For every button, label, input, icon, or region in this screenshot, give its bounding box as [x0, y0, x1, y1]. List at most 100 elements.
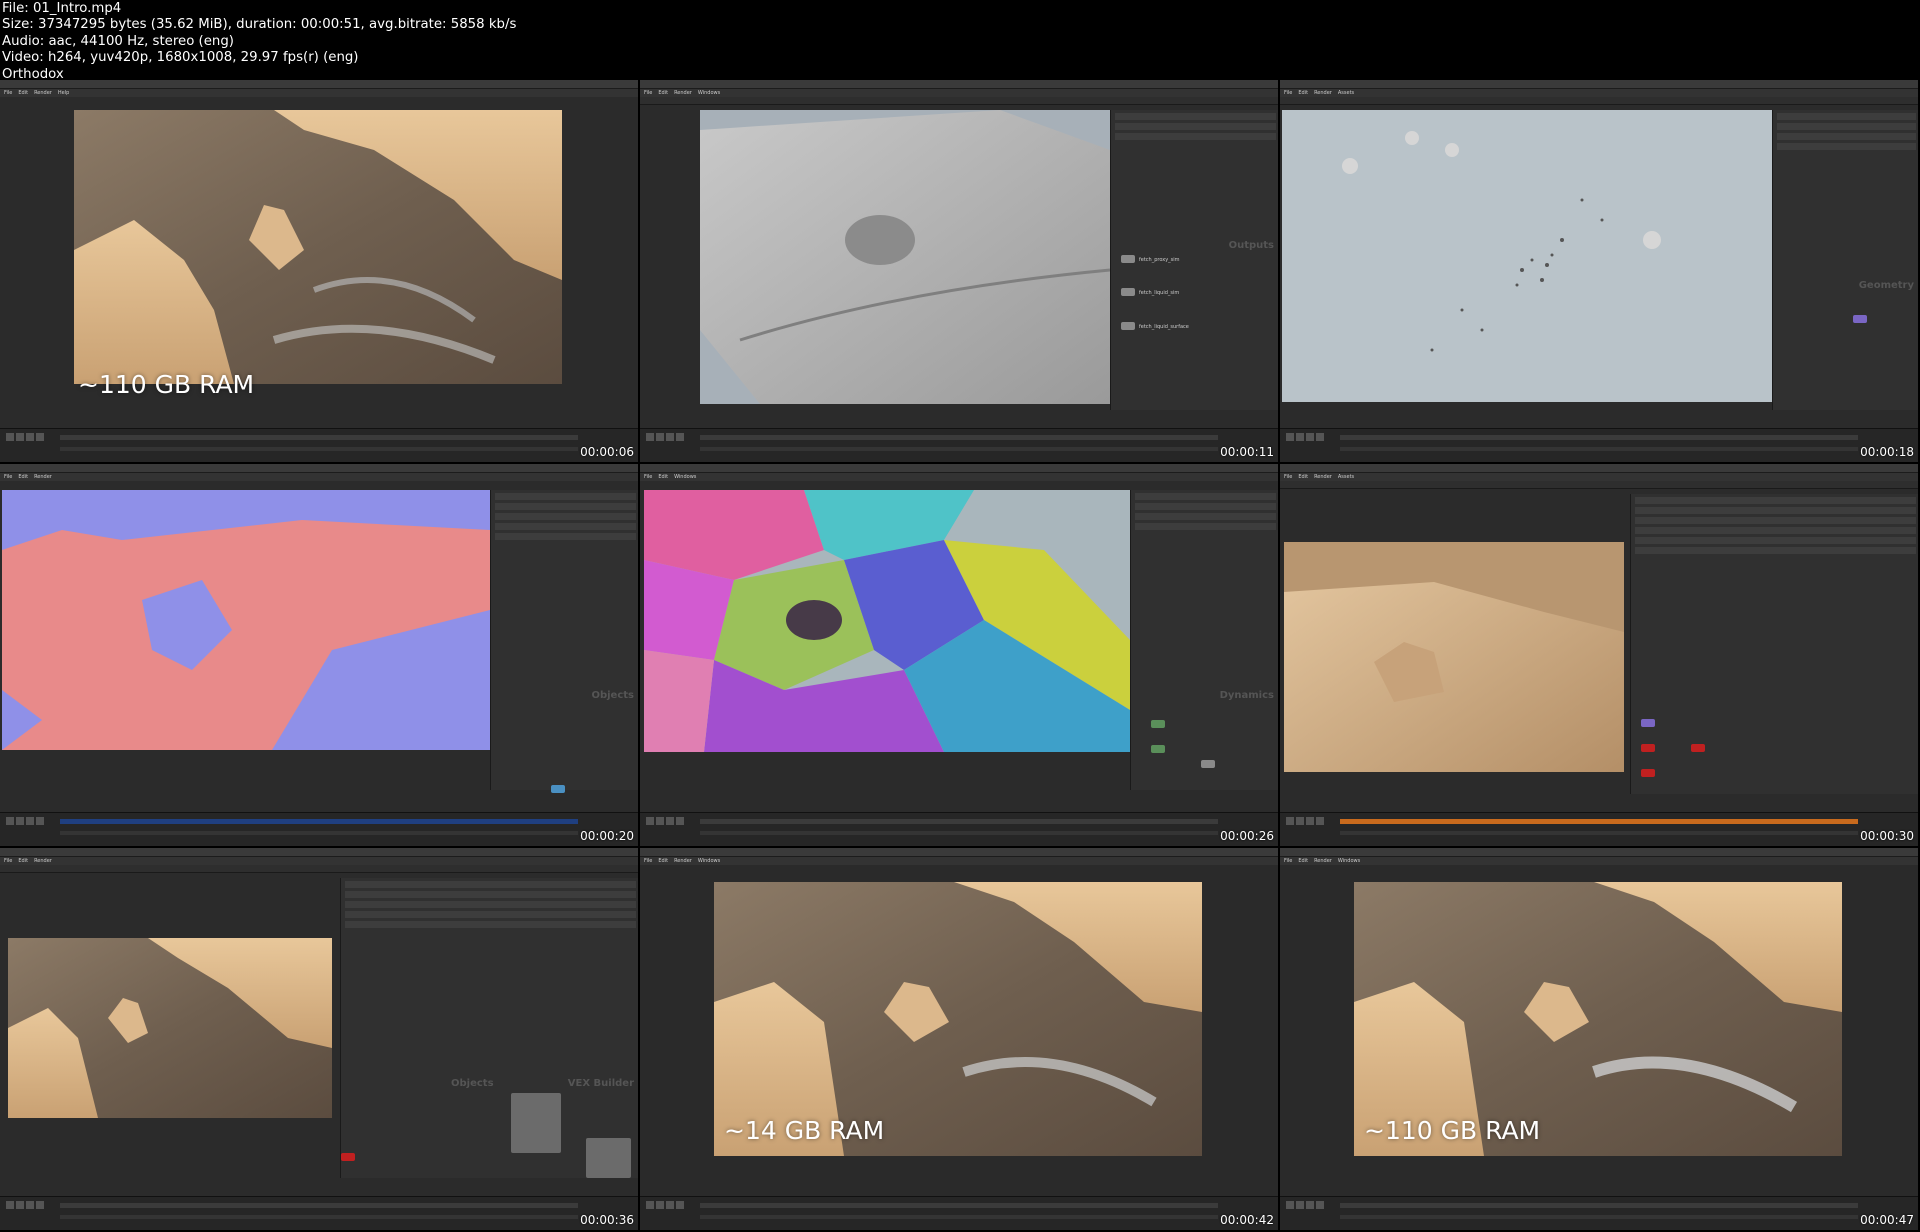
menu-windows[interactable]: Windows [698, 857, 720, 865]
progressive-render [1284, 542, 1624, 772]
playbar [0, 428, 638, 462]
node-geo[interactable] [1641, 719, 1655, 727]
render-view [1354, 882, 1842, 1156]
playbar [640, 1196, 1278, 1230]
node-dop[interactable] [1151, 745, 1165, 753]
menu-edit[interactable]: Edit [18, 473, 28, 481]
playbar [640, 812, 1278, 846]
menu-edit[interactable]: Edit [1298, 473, 1308, 481]
timestamp: 00:00:42 [1220, 1213, 1274, 1227]
menu-render[interactable]: Render [1314, 473, 1332, 481]
playbar [640, 428, 1278, 462]
node-label: fetch_proxy_sim [1139, 257, 1180, 263]
menu-help[interactable]: Help [58, 89, 69, 97]
menu-bar: File Edit Render Windows [1280, 857, 1918, 865]
menu-file[interactable]: File [4, 473, 12, 481]
memory-overlay: ~14 GB RAM [724, 1116, 885, 1145]
shelf-toolbar [640, 97, 1278, 105]
node-obj[interactable] [341, 1153, 355, 1161]
tile-6: File Edit Render Assets 00:00:30 [1280, 464, 1920, 848]
node-selected[interactable] [1853, 315, 1867, 323]
playbar [1280, 1196, 1918, 1230]
node-fetch-liquid[interactable] [1121, 288, 1135, 296]
menu-render[interactable]: Render [1314, 89, 1332, 97]
menu-edit[interactable]: Edit [658, 473, 668, 481]
timestamp: 00:00:36 [580, 1213, 634, 1227]
timestamp: 00:00:47 [1860, 1213, 1914, 1227]
menu-file[interactable]: File [1284, 89, 1292, 97]
menu-render[interactable]: Render [1314, 857, 1332, 865]
shelf-toolbar [0, 865, 638, 873]
file-name: File: 01_Intro.mp4 [2, 1, 122, 16]
menu-render[interactable]: Render [674, 89, 692, 97]
render-view [1284, 542, 1624, 772]
menu-bar: File Edit Windows [640, 473, 1278, 481]
tile-9: File Edit Render Windows ~110 GB RAM 00:… [1280, 848, 1920, 1232]
particle-color-view [2, 490, 490, 750]
menu-render[interactable]: Render [674, 857, 692, 865]
menu-file[interactable]: File [644, 473, 652, 481]
timestamp: 00:00:06 [580, 445, 634, 459]
node-dop[interactable] [1151, 720, 1165, 728]
particle-view [1282, 110, 1772, 402]
cluster-view [644, 490, 1130, 752]
menu-windows[interactable]: Windows [698, 89, 720, 97]
tile-7: File Edit Render Objects VEX Builder 00: [0, 848, 640, 1232]
network-context-label: Geometry [1858, 280, 1914, 291]
menu-file[interactable]: File [4, 89, 12, 97]
parameter-panel: Geometry [1772, 110, 1918, 410]
menu-render[interactable]: Render [34, 89, 52, 97]
particle-id-render [2, 490, 490, 750]
window-titlebar [1280, 80, 1918, 89]
node-label: fetch_liquid_sim [1139, 290, 1180, 296]
node-material[interactable] [586, 1138, 631, 1178]
menu-edit[interactable]: Edit [1298, 857, 1308, 865]
parameter-panel: Objects VEX Builder [340, 878, 638, 1178]
node-render[interactable] [1691, 744, 1705, 752]
menu-bar: File Edit Render Assets [1280, 473, 1918, 481]
menu-render[interactable]: Render [34, 857, 52, 865]
tile-4: File Edit Render Objects 00:00:20 [0, 464, 640, 848]
menu-file[interactable]: File [4, 857, 12, 865]
menu-file[interactable]: File [644, 89, 652, 97]
render-image [714, 882, 1202, 1156]
render-view [8, 938, 332, 1118]
node-render[interactable] [1641, 769, 1655, 777]
window-titlebar [640, 848, 1278, 857]
menu-edit[interactable]: Edit [658, 857, 668, 865]
menu-render[interactable]: Render [34, 473, 52, 481]
tile-3: File Edit Render Assets Geometry 00:00:1… [1280, 80, 1920, 464]
menu-edit[interactable]: Edit [1298, 89, 1308, 97]
menu-file[interactable]: File [1284, 857, 1292, 865]
menu-assets[interactable]: Assets [1338, 89, 1354, 97]
render-image [74, 110, 562, 384]
shelf-toolbar [1280, 97, 1918, 105]
window-titlebar [640, 464, 1278, 473]
menu-file[interactable]: File [1284, 473, 1292, 481]
menu-edit[interactable]: Edit [18, 857, 28, 865]
shelf-toolbar [1280, 481, 1918, 489]
node-fetch-proxy[interactable] [1121, 255, 1135, 263]
menu-assets[interactable]: Assets [1338, 473, 1354, 481]
node-dop[interactable] [1201, 760, 1215, 768]
memory-overlay: ~110 GB RAM [1364, 1116, 1541, 1145]
grey-surface-render [700, 110, 1110, 404]
network-context-label: Objects [591, 690, 634, 701]
menu-windows[interactable]: Windows [674, 473, 696, 481]
menu-bar: File Edit Render Windows [640, 857, 1278, 865]
menu-edit[interactable]: Edit [18, 89, 28, 97]
menu-edit[interactable]: Edit [658, 89, 668, 97]
node-material[interactable] [511, 1093, 561, 1153]
node-render[interactable] [1641, 744, 1655, 752]
node-fetch-surface[interactable] [1121, 322, 1135, 330]
memory-overlay: ~110 GB RAM [78, 370, 255, 399]
menu-file[interactable]: File [644, 857, 652, 865]
menu-bar: File Edit Render [0, 857, 638, 865]
menu-windows[interactable]: Windows [1338, 857, 1360, 865]
network-panel: Outputs fetch_proxy_sim fetch_liquid_sim… [1110, 110, 1278, 410]
node-object[interactable] [551, 785, 565, 793]
parameter-panel: Dynamics [1130, 490, 1278, 790]
timestamp: 00:00:26 [1220, 829, 1274, 843]
window-titlebar [0, 464, 638, 473]
playbar [0, 812, 638, 846]
